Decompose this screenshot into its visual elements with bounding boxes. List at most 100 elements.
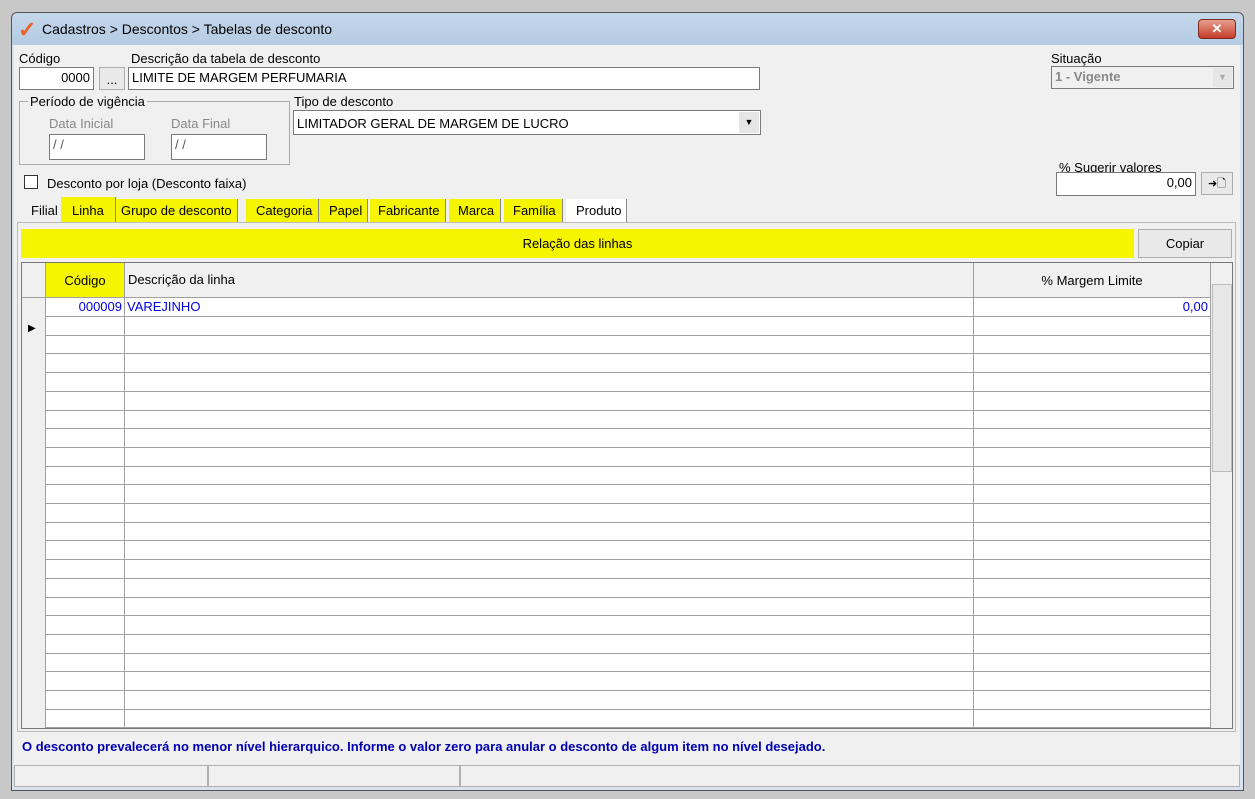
table-row[interactable] — [22, 615, 1211, 635]
cell-codigo[interactable] — [46, 410, 125, 430]
row-indicator[interactable] — [22, 503, 46, 523]
situacao-select[interactable]: 1 - Vigente — [1051, 66, 1234, 89]
cell-margem[interactable] — [974, 559, 1211, 579]
cell-descricao[interactable] — [125, 634, 974, 654]
row-indicator[interactable] — [22, 372, 46, 392]
row-indicator[interactable] — [22, 597, 46, 617]
table-row[interactable] — [22, 672, 1211, 691]
row-indicator[interactable] — [22, 578, 46, 598]
cell-codigo[interactable] — [46, 578, 125, 598]
table-row[interactable] — [22, 485, 1211, 504]
table-row[interactable] — [22, 466, 1211, 486]
cell-margem[interactable] — [974, 634, 1211, 654]
table-row[interactable] — [22, 634, 1211, 654]
grid-header-codigo[interactable]: Código — [46, 263, 125, 298]
chevron-down-icon[interactable]: ▼ — [1213, 68, 1232, 87]
cell-margem[interactable] — [974, 335, 1211, 355]
cell-descricao[interactable] — [125, 447, 974, 467]
tipo-select[interactable]: LIMITADOR GERAL DE MARGEM DE LUCRO — [293, 110, 761, 135]
cell-descricao[interactable] — [125, 653, 974, 673]
cell-margem[interactable] — [974, 372, 1211, 392]
tab-grupo-desconto[interactable]: Grupo de desconto — [116, 199, 238, 223]
cell-descricao[interactable] — [125, 690, 974, 710]
table-row[interactable] — [22, 447, 1211, 467]
cell-margem[interactable] — [974, 522, 1211, 542]
row-indicator[interactable]: ▶ — [22, 316, 46, 336]
cell-codigo[interactable] — [46, 690, 125, 710]
table-row[interactable] — [22, 372, 1211, 392]
cell-descricao[interactable] — [125, 597, 974, 617]
table-row[interactable] — [22, 559, 1211, 579]
cell-descricao[interactable] — [125, 615, 974, 635]
cell-codigo[interactable] — [46, 447, 125, 467]
chevron-down-icon[interactable]: ▼ — [739, 112, 759, 133]
cell-codigo[interactable] — [46, 428, 125, 448]
tab-fabricante[interactable]: Fabricante — [370, 199, 447, 223]
cell-descricao[interactable] — [125, 428, 974, 448]
cell-margem[interactable] — [974, 447, 1211, 467]
cell-codigo[interactable] — [46, 541, 125, 561]
table-row[interactable]: 000009 VAREJINHO 0,00 — [22, 298, 1211, 317]
cell-codigo[interactable] — [46, 672, 125, 691]
cell-descricao[interactable] — [125, 559, 974, 579]
table-row[interactable] — [22, 522, 1211, 542]
row-indicator[interactable] — [22, 485, 46, 504]
row-indicator[interactable] — [22, 690, 46, 710]
copy-button[interactable]: Copiar — [1138, 229, 1232, 258]
cell-margem[interactable] — [974, 709, 1211, 728]
cell-codigo[interactable] — [46, 559, 125, 579]
cell-descricao[interactable] — [125, 335, 974, 355]
cell-margem[interactable] — [974, 466, 1211, 486]
row-indicator[interactable] — [22, 447, 46, 467]
grid-header-margem[interactable]: % Margem Limite — [974, 263, 1211, 298]
lookup-button[interactable]: ... — [99, 67, 125, 90]
tab-categoria[interactable]: Categoria — [246, 199, 320, 223]
table-row[interactable] — [22, 391, 1211, 411]
table-row[interactable] — [22, 428, 1211, 448]
row-indicator[interactable] — [22, 466, 46, 486]
table-row[interactable] — [22, 578, 1211, 598]
cell-descricao[interactable]: VAREJINHO — [125, 298, 974, 317]
cell-descricao[interactable] — [125, 316, 974, 336]
table-row[interactable] — [22, 410, 1211, 430]
cell-descricao[interactable] — [125, 672, 974, 691]
cell-descricao[interactable] — [125, 541, 974, 561]
descricao-input[interactable]: LIMITE DE MARGEM PERFUMARIA — [128, 67, 760, 90]
cell-margem[interactable] — [974, 690, 1211, 710]
row-indicator[interactable] — [22, 298, 46, 317]
cell-margem[interactable] — [974, 672, 1211, 691]
cell-descricao[interactable] — [125, 372, 974, 392]
cell-margem[interactable] — [974, 615, 1211, 635]
tab-familia[interactable]: Família — [504, 199, 563, 223]
row-indicator[interactable] — [22, 653, 46, 673]
table-row[interactable] — [22, 541, 1211, 561]
row-indicator[interactable] — [22, 428, 46, 448]
table-row[interactable] — [22, 597, 1211, 617]
desconto-loja-checkbox[interactable] — [24, 175, 38, 189]
cell-descricao[interactable] — [125, 410, 974, 430]
cell-codigo[interactable] — [46, 316, 125, 336]
row-indicator[interactable] — [22, 410, 46, 430]
cell-codigo[interactable] — [46, 335, 125, 355]
tab-linha[interactable]: Linha — [61, 197, 116, 223]
cell-codigo[interactable] — [46, 634, 125, 654]
row-indicator[interactable] — [22, 709, 46, 728]
data-inicial-input[interactable]: / / — [49, 134, 145, 160]
tab-produto[interactable]: Produto — [566, 199, 627, 223]
table-row[interactable]: ▶ — [22, 316, 1211, 336]
cell-codigo[interactable] — [46, 485, 125, 504]
tab-filial[interactable]: Filial — [26, 199, 63, 223]
row-indicator[interactable] — [22, 559, 46, 579]
cell-margem[interactable] — [974, 653, 1211, 673]
row-indicator[interactable] — [22, 522, 46, 542]
table-row[interactable] — [22, 690, 1211, 710]
cell-margem[interactable]: 0,00 — [974, 298, 1211, 317]
table-row[interactable] — [22, 335, 1211, 355]
cell-margem[interactable] — [974, 391, 1211, 411]
row-indicator[interactable] — [22, 354, 46, 374]
cell-margem[interactable] — [974, 485, 1211, 504]
cell-descricao[interactable] — [125, 522, 974, 542]
row-indicator[interactable] — [22, 335, 46, 355]
table-row[interactable] — [22, 653, 1211, 673]
cell-descricao[interactable] — [125, 578, 974, 598]
